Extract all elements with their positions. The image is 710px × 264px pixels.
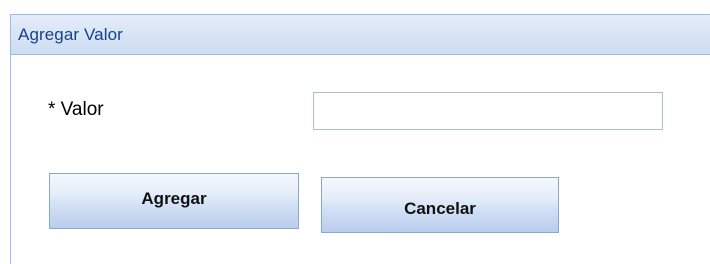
value-input[interactable] bbox=[313, 92, 663, 130]
dialog-title: Agregar Valor bbox=[18, 25, 123, 44]
dialog-header: Agregar Valor bbox=[11, 15, 710, 55]
add-value-dialog: Agregar Valor * Valor Agregar Cancelar bbox=[10, 14, 710, 264]
value-field-label: * Valor bbox=[48, 99, 104, 120]
add-button-label: Agregar bbox=[141, 189, 207, 208]
add-button[interactable]: Agregar bbox=[49, 173, 299, 229]
cancel-button[interactable]: Cancelar bbox=[321, 177, 559, 233]
cancel-button-label: Cancelar bbox=[404, 199, 476, 218]
